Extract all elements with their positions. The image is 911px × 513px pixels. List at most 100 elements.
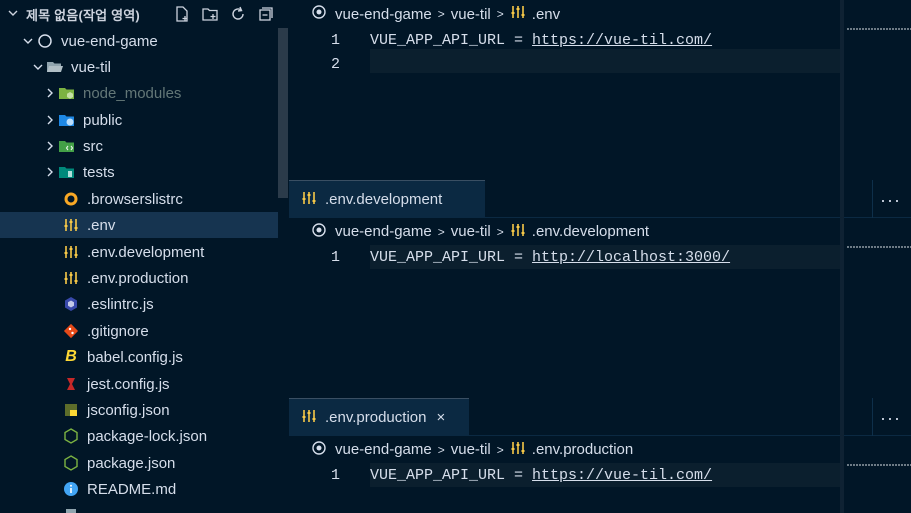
more-actions-button[interactable]: ···: [880, 408, 901, 429]
code-text[interactable]: VUE_APP_API_URL = https://vue-til.com/: [370, 467, 712, 484]
tests-folder-icon: [58, 163, 76, 181]
tree-file-readme[interactable]: README.md: [0, 476, 278, 502]
code-key: VUE_APP_API_URL =: [370, 466, 533, 484]
collapse-all-icon[interactable]: [256, 4, 276, 24]
refresh-icon[interactable]: [228, 4, 248, 24]
tree-folder-node-modules[interactable]: node_modules: [0, 80, 278, 106]
env-settings-icon: [301, 190, 317, 209]
tree-folder-public[interactable]: public: [0, 107, 278, 133]
tree-label: .browserslistrc: [87, 190, 183, 208]
tree-file-jest-config[interactable]: jest.config.js: [0, 371, 278, 397]
chevron-down-icon[interactable]: [20, 35, 36, 47]
tree-folder-vue-end-game[interactable]: vue-end-game: [0, 28, 278, 54]
tree-label: tests: [83, 163, 115, 181]
minimap-shadow: [840, 0, 844, 513]
chevron-right-icon: >: [437, 7, 445, 21]
new-folder-icon[interactable]: [200, 4, 220, 24]
tree-label: vue-end-game: [61, 32, 158, 50]
breadcrumb-item[interactable]: .env.production: [532, 441, 633, 458]
nodejs-icon: [62, 454, 80, 472]
chevron-right-icon[interactable]: [42, 140, 58, 152]
breadcrumb: vue-end-game > vue-til > .env.developmen…: [289, 218, 911, 245]
tree-file-babel-config[interactable]: B babel.config.js: [0, 344, 278, 370]
tree-file-env-production[interactable]: .env.production: [0, 265, 278, 291]
chevron-down-icon[interactable]: [30, 61, 46, 73]
chevron-right-icon: >: [437, 224, 445, 239]
tree-folder-src[interactable]: src: [0, 133, 278, 159]
tree-label: jsconfig.json: [87, 401, 170, 419]
tree-file-env[interactable]: .env: [0, 212, 278, 238]
line-number: 1: [330, 248, 340, 266]
tree-file-env-development[interactable]: .env.development: [0, 239, 278, 265]
breadcrumb-item[interactable]: .env: [532, 6, 560, 23]
new-file-icon[interactable]: [172, 4, 192, 24]
eslint-icon: [62, 295, 80, 313]
nodejs-icon: [62, 427, 80, 445]
close-icon[interactable]: ×: [436, 409, 445, 426]
chevron-right-icon[interactable]: [42, 166, 58, 178]
chevron-right-icon[interactable]: [42, 87, 58, 99]
code-key: VUE_APP_API_URL =: [370, 31, 533, 49]
tree-file-package-json[interactable]: package.json: [0, 450, 278, 476]
explorer-actions: [172, 4, 276, 24]
tree-label: .env.production: [87, 269, 189, 287]
tree-label: vue-til: [71, 58, 112, 76]
tree-label: .env: [87, 216, 116, 234]
tree-file-package-lock[interactable]: package-lock.json: [0, 423, 278, 449]
code-text[interactable]: VUE_APP_API_URL = https://vue-til.com/: [370, 32, 712, 49]
breadcrumb-item[interactable]: vue-end-game: [335, 441, 432, 458]
code-line: 1 VUE_APP_API_URL = https://vue-til.com/: [289, 463, 911, 487]
breadcrumb: vue-end-game > vue-til > .env.production: [289, 436, 911, 463]
env-settings-icon: [62, 243, 80, 261]
tab-label: .env.development: [325, 191, 443, 208]
file-icon: [62, 506, 80, 513]
code-line: 1 VUE_APP_API_URL = http://localhost:300…: [289, 245, 911, 269]
code-area[interactable]: 1 VUE_APP_API_URL = http://localhost:300…: [289, 245, 911, 269]
chevron-right-icon[interactable]: [42, 114, 58, 126]
line-number: 2: [330, 55, 340, 73]
env-settings-icon: [510, 440, 526, 460]
tree-label: public: [83, 111, 123, 129]
code-area[interactable]: 1 VUE_APP_API_URL = https://vue-til.com/: [289, 463, 911, 487]
tree-file-partial[interactable]: [0, 502, 278, 513]
sidebar-scrollbar[interactable]: [278, 28, 288, 198]
editor-group-env-production: .env.production × ··· vue-end-game > vue…: [289, 398, 911, 513]
tab-divider: [872, 398, 873, 436]
code-text[interactable]: VUE_APP_API_URL = http://localhost:3000/: [370, 249, 730, 266]
breadcrumb-item[interactable]: vue-til: [451, 441, 491, 458]
code-line: 1 VUE_APP_API_URL = https://vue-til.com/: [289, 28, 911, 52]
env-settings-icon: [510, 4, 526, 24]
editor-group-env: vue-end-game > vue-til > .env 1 VUE_APP_…: [289, 0, 911, 180]
code-url[interactable]: http://localhost:3000/: [532, 249, 730, 266]
tree-file-eslintrc[interactable]: .eslintrc.js: [0, 291, 278, 317]
env-settings-icon: [62, 269, 80, 287]
chevron-right-icon: >: [437, 442, 445, 457]
tab-env-development[interactable]: .env.development: [289, 180, 485, 218]
tree-folder-vue-til[interactable]: vue-til: [0, 54, 278, 80]
tree-label: node_modules: [83, 84, 182, 102]
editor-group-env-development: .env.development ··· vue-end-game > vue-…: [289, 180, 911, 398]
tree-label: README.md: [87, 480, 177, 498]
tree-file-jsconfig[interactable]: jsconfig.json: [0, 397, 278, 423]
breadcrumb-item[interactable]: vue-til: [451, 223, 491, 240]
chevron-down-icon[interactable]: [0, 7, 26, 22]
chevron-right-icon: >: [496, 224, 504, 239]
breadcrumb-item[interactable]: vue-end-game: [335, 6, 432, 23]
more-actions-button[interactable]: ···: [880, 190, 901, 211]
tree-folder-tests[interactable]: tests: [0, 159, 278, 185]
tree-label: babel.config.js: [87, 348, 183, 366]
jest-icon: [62, 375, 80, 393]
code-url[interactable]: https://vue-til.com/: [532, 467, 712, 484]
src-folder-icon: [58, 137, 76, 155]
breadcrumb-item[interactable]: vue-til: [451, 6, 491, 23]
folder-open-icon: [46, 58, 64, 76]
breadcrumb-item[interactable]: .env.development: [532, 223, 649, 240]
code-url[interactable]: https://vue-til.com/: [532, 32, 712, 49]
info-icon: [62, 480, 80, 498]
tree-file-gitignore[interactable]: .gitignore: [0, 318, 278, 344]
node-folder-icon: [58, 84, 76, 102]
code-area[interactable]: 1 VUE_APP_API_URL = https://vue-til.com/…: [289, 28, 911, 76]
tree-file-browserslistrc[interactable]: .browserslistrc: [0, 186, 278, 212]
breadcrumb-item[interactable]: vue-end-game: [335, 223, 432, 240]
tab-env-production[interactable]: .env.production ×: [289, 398, 469, 436]
